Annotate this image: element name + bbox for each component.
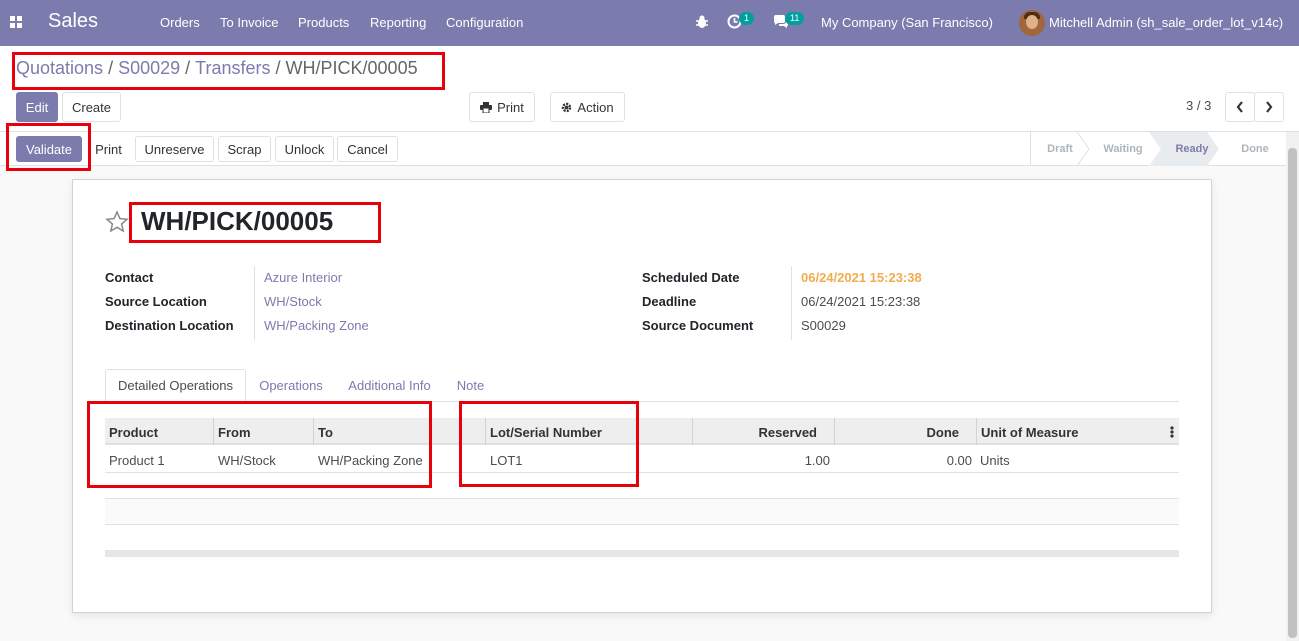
gear-icon (562, 102, 572, 112)
company-switcher[interactable]: My Company (San Francisco) (821, 15, 993, 30)
pager-next-button[interactable] (1254, 92, 1284, 122)
column-separator (313, 418, 314, 445)
page-scrollbar[interactable] (1286, 132, 1299, 641)
message-count-badge: 11 (785, 12, 805, 25)
deadline-value: 06/24/2021 15:23:38 (801, 294, 921, 309)
row-done[interactable]: 0.00 (840, 453, 972, 468)
column-to[interactable]: To (318, 425, 333, 440)
breadcrumb-separator: / (108, 58, 114, 78)
row-divider (105, 524, 1179, 525)
validate-button[interactable]: Validate (16, 136, 82, 162)
column-reserved[interactable]: Reserved (700, 425, 817, 440)
column-separator (485, 418, 486, 445)
contact-label: Contact (105, 270, 154, 285)
menu-to-invoice[interactable]: To Invoice (220, 15, 279, 30)
record-title: WH/PICK/00005 (141, 206, 334, 236)
create-button[interactable]: Create (62, 92, 121, 122)
pager-value[interactable]: 3 / 3 (1186, 98, 1211, 113)
debug-bug-icon[interactable] (695, 14, 709, 30)
field-divider (254, 266, 255, 340)
column-separator (976, 418, 977, 445)
stage-done: Done (1241, 143, 1269, 155)
breadcrumb-order[interactable]: S00029 (118, 58, 180, 78)
row-uom[interactable]: Units (980, 453, 1010, 468)
column-separator (692, 418, 693, 445)
row-product[interactable]: Product 1 (109, 453, 165, 468)
optional-columns-icon[interactable] (1169, 425, 1175, 439)
printer-icon (480, 101, 493, 113)
apps-menu-icon[interactable] (10, 16, 24, 30)
breadcrumb-current: WH/PICK/00005 (285, 58, 418, 78)
print-dropdown-button[interactable]: Print (469, 92, 535, 122)
action-label: Action (577, 99, 614, 115)
source-document-value: S00029 (801, 318, 846, 333)
menu-products[interactable]: Products (298, 15, 349, 30)
user-avatar[interactable] (1019, 10, 1045, 36)
favorite-star-icon[interactable] (105, 210, 129, 234)
column-product[interactable]: Product (109, 425, 158, 440)
table-row-empty (105, 499, 1179, 524)
column-from[interactable]: From (218, 425, 251, 440)
row-reserved[interactable]: 1.00 (700, 453, 830, 468)
stage-ready: Ready (1175, 143, 1209, 155)
scrollbar-thumb[interactable] (1288, 148, 1297, 638)
action-dropdown-button[interactable]: Action (550, 92, 625, 122)
source-location-label: Source Location (105, 294, 207, 309)
menu-reporting[interactable]: Reporting (370, 15, 426, 30)
column-separator (834, 418, 835, 445)
chevron-right-icon (1266, 101, 1273, 113)
top-navbar: Sales Orders To Invoice Products Reporti… (0, 0, 1299, 46)
field-divider (791, 266, 792, 340)
chevron-left-icon (1236, 101, 1243, 113)
tab-note[interactable]: Note (448, 369, 493, 402)
tab-detailed-operations[interactable]: Detailed Operations (105, 369, 246, 402)
breadcrumb-transfers[interactable]: Transfers (195, 58, 270, 78)
table-footer (105, 550, 1179, 557)
activity-count-badge: 1 (739, 12, 755, 25)
unlock-button[interactable]: Unlock (275, 136, 334, 162)
destination-location-value[interactable]: WH/Packing Zone (264, 318, 369, 333)
breadcrumb-separator: / (185, 58, 191, 78)
menu-configuration[interactable]: Configuration (446, 15, 523, 30)
scheduled-date-label: Scheduled Date (642, 270, 740, 285)
user-menu[interactable]: Mitchell Admin (sh_sale_order_lot_v14c) (1049, 15, 1283, 30)
breadcrumb-quotations[interactable]: Quotations (16, 58, 103, 78)
print-label: Print (497, 99, 524, 115)
column-separator (213, 418, 214, 445)
menu-orders[interactable]: Orders (160, 15, 200, 30)
scrap-button[interactable]: Scrap (218, 136, 271, 162)
stage-waiting: Waiting (1103, 143, 1143, 155)
pager-previous-button[interactable] (1225, 92, 1255, 122)
destination-location-label: Destination Location (105, 318, 234, 333)
unreserve-button[interactable]: Unreserve (135, 136, 214, 162)
breadcrumb: Quotations / S00029/Transfers / WH/PICK/0000… (16, 58, 418, 79)
column-done[interactable]: Done (840, 425, 960, 440)
table-row-empty (105, 473, 1179, 498)
deadline-label: Deadline (642, 294, 697, 309)
contact-value[interactable]: Azure Interior (264, 270, 342, 285)
source-document-label: Source Document (642, 318, 754, 333)
edit-button[interactable]: Edit (16, 92, 58, 122)
cancel-button[interactable]: Cancel (337, 136, 398, 162)
row-lot[interactable]: LOT1 (490, 453, 523, 468)
scheduled-date-value: 06/24/2021 15:23:38 (801, 270, 922, 285)
tab-operations[interactable]: Operations (250, 369, 332, 402)
row-from[interactable]: WH/Stock (218, 453, 276, 468)
print-button[interactable]: Print (87, 136, 130, 162)
column-unit-of-measure[interactable]: Unit of Measure (981, 425, 1079, 440)
breadcrumb-separator: / (275, 58, 281, 78)
row-to[interactable]: WH/Packing Zone (318, 453, 423, 468)
column-lot-serial[interactable]: Lot/Serial Number (490, 425, 602, 440)
source-location-value[interactable]: WH/Stock (264, 294, 322, 309)
app-brand[interactable]: Sales (48, 10, 98, 33)
stage-arrow (1077, 132, 1090, 166)
tab-additional-info[interactable]: Additional Info (337, 369, 442, 402)
